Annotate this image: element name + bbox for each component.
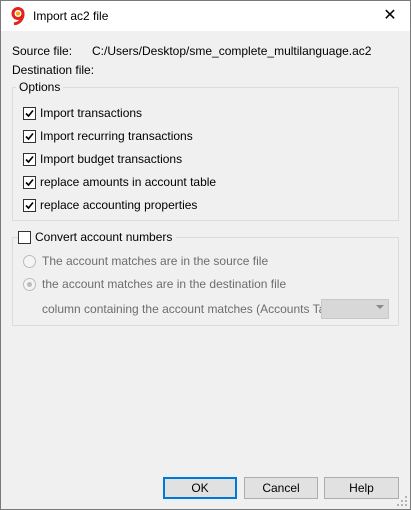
checkmark-icon xyxy=(25,109,34,117)
checkbox[interactable] xyxy=(23,175,36,189)
checkbox-label: Convert account numbers xyxy=(35,230,173,244)
convert-account-numbers-option[interactable]: Convert account numbers xyxy=(18,230,177,244)
title-bar: Import ac2 file ✕ xyxy=(1,1,410,31)
checkbox[interactable] xyxy=(23,106,36,120)
import-transactions-option[interactable]: Import transactions xyxy=(23,106,142,120)
radio-source-file[interactable]: The account matches are in the source fi… xyxy=(23,254,268,268)
options-legend: Options xyxy=(16,80,64,94)
radio-button[interactable] xyxy=(23,277,36,291)
resize-grip-icon[interactable] xyxy=(396,495,408,507)
chevron-down-icon xyxy=(376,305,384,309)
checkbox[interactable] xyxy=(23,129,36,143)
source-file-path: C:/Users/Desktop/sme_complete_multilangu… xyxy=(92,44,372,58)
window-title: Import ac2 file xyxy=(33,9,109,23)
checkbox-label: replace amounts in account table xyxy=(40,175,217,189)
import-dialog: Import ac2 file ✕ Source file: C:/Users/… xyxy=(0,0,411,510)
import-recurring-option[interactable]: Import recurring transactions xyxy=(23,129,193,143)
checkmark-icon xyxy=(25,178,34,186)
replace-amounts-option[interactable]: replace amounts in account table xyxy=(23,175,216,189)
destination-file-label: Destination file: xyxy=(12,63,95,77)
ok-button[interactable]: OK xyxy=(163,477,237,499)
replace-properties-option[interactable]: replace accounting properties xyxy=(23,198,197,212)
column-label: column containing the account matches (A… xyxy=(42,302,346,316)
radio-label: the account matches are in the destinati… xyxy=(42,277,287,291)
checkmark-icon xyxy=(25,155,34,163)
radio-destination-file[interactable]: the account matches are in the destinati… xyxy=(23,277,286,291)
checkbox-label: Import transactions xyxy=(40,106,143,120)
radio-button[interactable] xyxy=(23,254,36,268)
column-select[interactable] xyxy=(321,299,389,319)
checkbox[interactable] xyxy=(18,230,31,244)
app-icon xyxy=(10,7,26,26)
source-file-label: Source file: xyxy=(12,44,73,58)
help-button[interactable]: Help xyxy=(324,477,399,499)
import-budget-option[interactable]: Import budget transactions xyxy=(23,152,182,166)
checkbox-label: Import budget transactions xyxy=(40,152,183,166)
radio-label: The account matches are in the source fi… xyxy=(42,254,269,268)
checkbox[interactable] xyxy=(23,152,36,166)
checkmark-icon xyxy=(25,201,34,209)
checkbox-label: Import recurring transactions xyxy=(40,129,193,143)
cancel-button[interactable]: Cancel xyxy=(244,477,318,499)
checkmark-icon xyxy=(25,132,34,140)
radio-selected-dot xyxy=(27,281,32,287)
checkbox[interactable] xyxy=(23,198,36,212)
checkbox-label: replace accounting properties xyxy=(40,198,198,212)
close-icon[interactable]: ✕ xyxy=(381,7,399,25)
